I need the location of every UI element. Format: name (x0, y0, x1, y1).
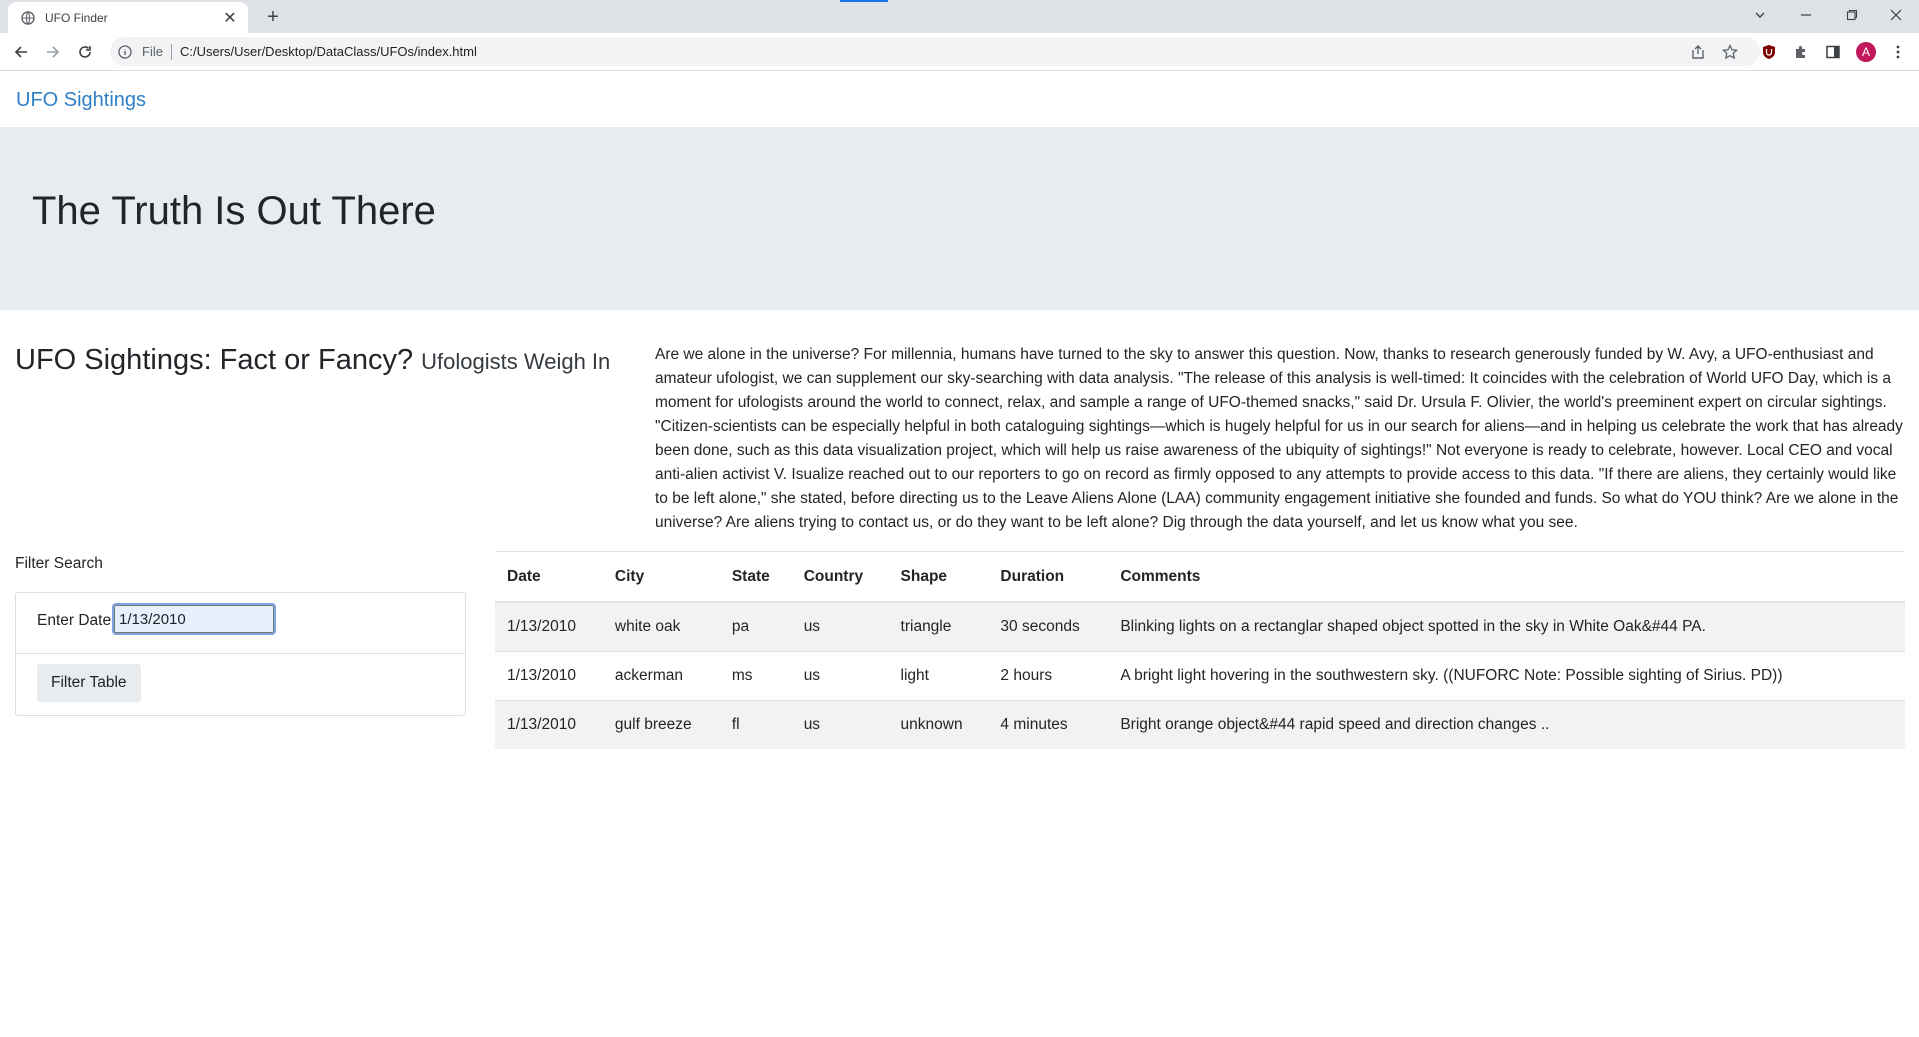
page-content: UFO Sightings The Truth Is Out There UFO… (0, 71, 1919, 1037)
table-row: 1/13/2010 gulf breeze fl us unknown 4 mi… (495, 700, 1905, 749)
more-menu-icon[interactable] (1887, 41, 1909, 63)
cell-shape: unknown (888, 700, 989, 749)
cell-date: 1/13/2010 (495, 601, 603, 652)
filter-table-button[interactable]: Filter Table (37, 664, 141, 702)
cell-city: gulf breeze (602, 700, 720, 749)
restore-icon[interactable] (1829, 0, 1875, 30)
cell-shape: triangle (888, 601, 989, 652)
bookmark-star-icon[interactable] (1719, 41, 1741, 63)
info-icon[interactable] (118, 44, 134, 60)
table-row: 1/13/2010 white oak pa us triangle 30 se… (495, 601, 1905, 652)
browser-tab[interactable]: UFO Finder ✕ (8, 2, 248, 33)
article-heading: UFO Sightings: Fact or Fancy? Ufologists… (15, 344, 610, 377)
cell-duration: 4 minutes (988, 700, 1109, 749)
date-label: Enter Date (37, 612, 112, 629)
ufo-table: Date City State Country Shape Duration C… (495, 551, 1905, 749)
table-row: 1/13/2010 ackerman ms us light 2 hours A… (495, 651, 1905, 701)
cell-city: ackerman (602, 651, 720, 701)
date-input[interactable] (112, 603, 276, 635)
filter-card: Enter Date Filter Table (15, 592, 466, 716)
hero-jumbotron: The Truth Is Out There (0, 127, 1919, 310)
cell-state: fl (719, 700, 792, 749)
tab-title: UFO Finder (45, 10, 108, 25)
close-icon[interactable]: ✕ (222, 10, 238, 27)
extensions-puzzle-icon[interactable] (1790, 41, 1812, 63)
profile-initial: A (1856, 42, 1876, 62)
filter-date-row: Enter Date (16, 593, 465, 654)
article-body: Are we alone in the universe? For millen… (655, 346, 1903, 531)
table-header-row: Date City State Country Shape Duration C… (495, 551, 1905, 603)
header-comments: Comments (1108, 551, 1905, 603)
cell-comments: Bright orange object&#44 rapid speed and… (1108, 700, 1905, 749)
back-arrow-icon[interactable] (10, 41, 32, 63)
browser-tabstrip: UFO Finder ✕ + (0, 0, 1919, 33)
browser-toolbar: File C:/Users/User/Desktop/DataClass/UFO… (0, 33, 1919, 71)
cell-comments: Blinking lights on a rectanglar shaped o… (1108, 601, 1905, 652)
cell-date: 1/13/2010 (495, 651, 603, 701)
cell-city: white oak (602, 601, 720, 652)
header-date: Date (495, 551, 603, 603)
cell-comments: A bright light hovering in the southwest… (1108, 651, 1905, 701)
reload-icon[interactable] (74, 41, 96, 63)
url-text[interactable]: C:/Users/User/Desktop/DataClass/UFOs/ind… (180, 44, 477, 59)
header-duration: Duration (988, 551, 1109, 603)
cell-duration: 30 seconds (988, 601, 1109, 652)
header-shape: Shape (888, 551, 989, 603)
header-country: Country (791, 551, 889, 603)
ublock-shield-icon[interactable] (1758, 41, 1780, 63)
window-close-icon[interactable] (1873, 0, 1919, 30)
profile-avatar[interactable]: A (1855, 41, 1877, 63)
article-title: UFO Sightings: Fact or Fancy? (15, 344, 414, 376)
header-state: State (719, 551, 792, 603)
forward-arrow-icon[interactable] (42, 41, 64, 63)
cell-duration: 2 hours (988, 651, 1109, 701)
cell-state: pa (719, 601, 792, 652)
share-icon[interactable] (1687, 41, 1709, 63)
minimize-icon[interactable] (1783, 0, 1829, 30)
new-tab-icon[interactable]: + (262, 6, 284, 28)
loading-indicator (840, 0, 888, 2)
article-subtitle: Ufologists Weigh In (421, 349, 611, 374)
cell-country: us (791, 601, 889, 652)
header-city: City (602, 551, 720, 603)
cell-shape: light (888, 651, 989, 701)
side-panel-icon[interactable] (1822, 41, 1844, 63)
hero-title: The Truth Is Out There (32, 189, 436, 233)
filter-search-heading: Filter Search (15, 555, 103, 572)
scheme-label: File (142, 44, 163, 59)
address-bar[interactable]: File C:/Users/User/Desktop/DataClass/UFO… (110, 37, 1760, 66)
globe-icon (21, 10, 35, 25)
tab-search-icon[interactable] (1737, 0, 1783, 30)
navbar-brand-link[interactable]: UFO Sightings (16, 89, 146, 112)
cell-date: 1/13/2010 (495, 700, 603, 749)
cell-country: us (791, 651, 889, 701)
cell-country: us (791, 700, 889, 749)
cell-state: ms (719, 651, 792, 701)
scheme-divider (170, 43, 172, 60)
